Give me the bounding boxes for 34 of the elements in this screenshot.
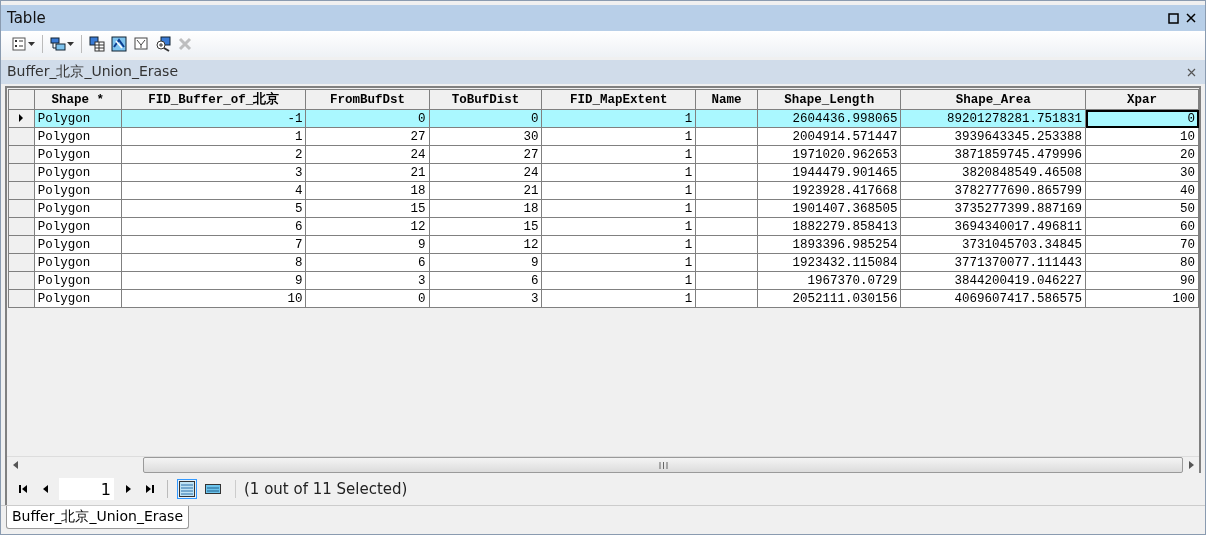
toolbar-button[interactable] — [48, 34, 76, 54]
show-all-records-button[interactable] — [177, 479, 197, 499]
delete-icon — [177, 36, 193, 52]
toolbar-button[interactable] — [153, 34, 173, 54]
column-header[interactable]: Shape * — [34, 89, 122, 110]
related-tables-icon — [50, 36, 66, 52]
caret-icon — [28, 42, 35, 46]
column-header[interactable]: Shape_Area — [900, 89, 1086, 110]
column-header[interactable]: FID_Buffer_of_北京 — [121, 89, 306, 110]
table-select-icon — [89, 36, 105, 52]
column-header[interactable]: ToBufDist — [429, 89, 542, 110]
toolbar-button[interactable] — [87, 34, 107, 54]
column-header[interactable]: Xpar — [1085, 89, 1199, 110]
right-arrow-icon — [125, 485, 131, 493]
toolbar-button[interactable] — [9, 34, 37, 54]
left-arrow-icon — [42, 485, 48, 493]
maximize-icon[interactable] — [1165, 10, 1181, 26]
column-header[interactable]: FromBufDst — [305, 89, 430, 110]
column-header[interactable]: FID_MapExtent — [541, 89, 696, 110]
table-tab[interactable]: Buffer_北京_Union_Erase — [6, 506, 190, 529]
skip-to-end-icon — [145, 485, 155, 493]
window-title: Table — [7, 9, 47, 27]
column-header[interactable]: Shape_Length — [757, 89, 901, 110]
filter-icon — [133, 36, 149, 52]
current-row-icon — [18, 113, 25, 122]
table-title: Buffer_北京_Union_Erase — [7, 63, 180, 81]
skip-to-start-icon — [18, 485, 28, 493]
selection-status: (1 out of 11 Selected) — [235, 480, 408, 498]
caret-icon — [67, 42, 74, 46]
record-field[interactable]: 1 — [59, 478, 114, 500]
zoom-icon — [155, 36, 171, 52]
table-options-icon — [11, 36, 27, 52]
scrollbar-thumb[interactable] — [143, 457, 1183, 473]
column-header[interactable]: Name — [695, 89, 758, 110]
